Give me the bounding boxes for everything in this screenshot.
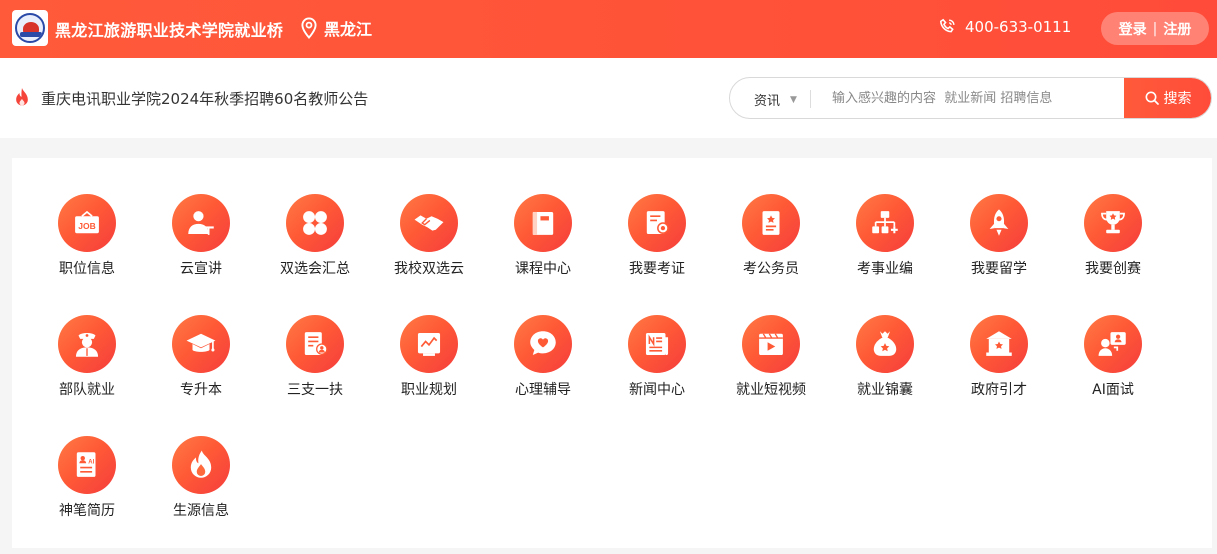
menu-item-label: 课程中心 xyxy=(515,261,571,277)
presenter-icon xyxy=(188,211,214,235)
job-sign-icon: JOB xyxy=(75,210,99,234)
hotline: 400-633-0111 xyxy=(938,17,1071,36)
menu-item-school-job-fair-cloud[interactable]: 我校双选云 xyxy=(379,194,479,278)
location-pin-icon xyxy=(301,17,317,39)
menu-item-label: 生源信息 xyxy=(173,503,229,519)
four-petal-icon xyxy=(303,211,327,235)
search-button-label: 搜索 xyxy=(1163,91,1192,107)
menu-item-label: 考事业编 xyxy=(857,261,913,277)
auth-pill: 登录 | 注册 xyxy=(1101,12,1209,45)
search-button[interactable]: 搜索 xyxy=(1124,78,1211,118)
heart-bubble-icon xyxy=(530,331,556,356)
menu-item-label: 政府引才 xyxy=(971,382,1027,398)
ai-interview-icon xyxy=(1098,332,1126,356)
service-menu-panel: JOB 职位信息 云宣讲 双选会汇总 我校双选云 课程中心 我要考证 考公务员 … xyxy=(12,158,1212,548)
menu-item-cloud-presentation[interactable]: 云宣讲 xyxy=(151,194,251,278)
menu-item-label: 部队就业 xyxy=(59,382,115,398)
search-divider xyxy=(810,90,811,108)
notice-text: 重庆电讯职业学院2024年秋季招聘60名教师公告 xyxy=(41,89,369,108)
menu-item-career-planning[interactable]: 职业规划 xyxy=(379,315,479,399)
menu-item-label: 我要创赛 xyxy=(1085,261,1141,277)
svg-text:JOB: JOB xyxy=(78,221,95,231)
search-category-label: 资讯 xyxy=(754,94,781,109)
person-document-icon xyxy=(304,332,328,356)
trophy-icon xyxy=(1101,211,1125,234)
menu-item-certification[interactable]: 我要考证 xyxy=(607,194,707,278)
menu-item-label: 我要考证 xyxy=(629,261,685,277)
location-selector[interactable]: 黑龙江 xyxy=(300,16,372,40)
document-star-icon xyxy=(762,211,780,235)
site-title[interactable]: 黑龙江旅游职业技术学院就业桥 xyxy=(55,17,283,41)
svg-text:AI: AI xyxy=(88,459,94,465)
rocket-icon xyxy=(989,209,1009,236)
video-play-icon xyxy=(759,333,783,356)
menu-item-three-supports[interactable]: 三支一扶 xyxy=(265,315,365,399)
menu-item-job-fair-summary[interactable]: 双选会汇总 xyxy=(265,194,365,278)
menu-item-employment-tips[interactable]: 就业锦囊 xyxy=(835,315,935,399)
menu-item-label: 职业规划 xyxy=(401,382,457,398)
menu-item-label: 我要留学 xyxy=(971,261,1027,277)
org-chart-icon xyxy=(872,211,898,234)
search-icon xyxy=(1145,91,1159,105)
menu-item-student-source-info[interactable]: 生源信息 xyxy=(151,436,251,520)
menu-item-label: 考公务员 xyxy=(743,261,799,277)
location-label: 黑龙江 xyxy=(324,20,373,39)
school-logo[interactable] xyxy=(12,10,48,46)
government-building-icon xyxy=(986,331,1012,356)
menu-item-label: AI面试 xyxy=(1092,382,1134,398)
menu-item-short-videos[interactable]: 就业短视频 xyxy=(721,315,821,399)
menu-item-label: 就业短视频 xyxy=(736,382,806,398)
menu-item-entrepreneurship-contest[interactable]: 我要创赛 xyxy=(1063,194,1163,278)
login-link[interactable]: 登录 xyxy=(1119,19,1147,39)
register-link[interactable]: 注册 xyxy=(1163,19,1191,39)
menu-item-public-institution[interactable]: 考事业编 xyxy=(835,194,935,278)
flame-drop-icon xyxy=(16,88,28,106)
phone-number: 400-633-0111 xyxy=(965,17,1072,36)
menu-item-study-abroad[interactable]: 我要留学 xyxy=(949,194,1049,278)
menu-item-label: 双选会汇总 xyxy=(280,261,350,277)
newspaper-icon xyxy=(645,332,669,356)
menu-item-label: 神笔简历 xyxy=(59,503,115,519)
menu-item-civil-service[interactable]: 考公务员 xyxy=(721,194,821,278)
auth-separator: | xyxy=(1152,20,1158,37)
top-header: 黑龙江旅游职业技术学院就业桥 黑龙江 400-633-0111 登录 | 注册 xyxy=(0,0,1217,58)
notice-ticker[interactable]: 重庆电讯职业学院2024年秋季招聘60名教师公告 xyxy=(12,87,368,109)
caret-down-icon: ▼ xyxy=(790,94,797,105)
menu-item-label: 职位信息 xyxy=(59,261,115,277)
money-bag-icon xyxy=(873,331,897,356)
menu-item-course-center[interactable]: 课程中心 xyxy=(493,194,593,278)
flame-icon xyxy=(190,450,212,478)
handshake-icon xyxy=(414,215,444,231)
phone-icon xyxy=(939,18,955,33)
menu-item-label: 专升本 xyxy=(180,382,222,398)
menu-item-label: 心理辅导 xyxy=(515,382,571,398)
soldier-icon xyxy=(75,332,99,357)
graduation-cap-icon xyxy=(186,333,216,352)
school-emblem xyxy=(15,13,45,43)
menu-item-label: 新闻中心 xyxy=(629,382,685,398)
certificate-icon xyxy=(646,211,669,235)
menu-item-psychological-counseling[interactable]: 心理辅导 xyxy=(493,315,593,399)
menu-item-college-upgrade[interactable]: 专升本 xyxy=(151,315,251,399)
search-category-select[interactable]: 资讯 ▼ xyxy=(754,90,797,109)
menu-item-government-talent[interactable]: 政府引才 xyxy=(949,315,1049,399)
menu-item-label: 云宣讲 xyxy=(180,261,222,277)
menu-item-job-info[interactable]: JOB 职位信息 xyxy=(37,194,137,278)
search-input[interactable] xyxy=(822,79,1112,117)
search-box: 资讯 ▼ 搜索 xyxy=(729,77,1212,119)
menu-item-military-employment[interactable]: 部队就业 xyxy=(37,315,137,399)
ai-resume-icon: AI xyxy=(76,452,96,477)
menu-item-label: 就业锦囊 xyxy=(857,382,913,398)
menu-item-label: 三支一扶 xyxy=(287,382,343,398)
book-icon xyxy=(532,211,554,235)
menu-item-label: 我校双选云 xyxy=(394,261,464,277)
menu-item-ai-interview[interactable]: AI面试 xyxy=(1063,315,1163,399)
menu-item-ai-resume[interactable]: AI 神笔简历 xyxy=(37,436,137,520)
menu-item-news-center[interactable]: 新闻中心 xyxy=(607,315,707,399)
notice-search-bar: 重庆电讯职业学院2024年秋季招聘60名教师公告 资讯 ▼ 搜索 xyxy=(0,58,1217,138)
chart-board-icon xyxy=(417,332,441,356)
